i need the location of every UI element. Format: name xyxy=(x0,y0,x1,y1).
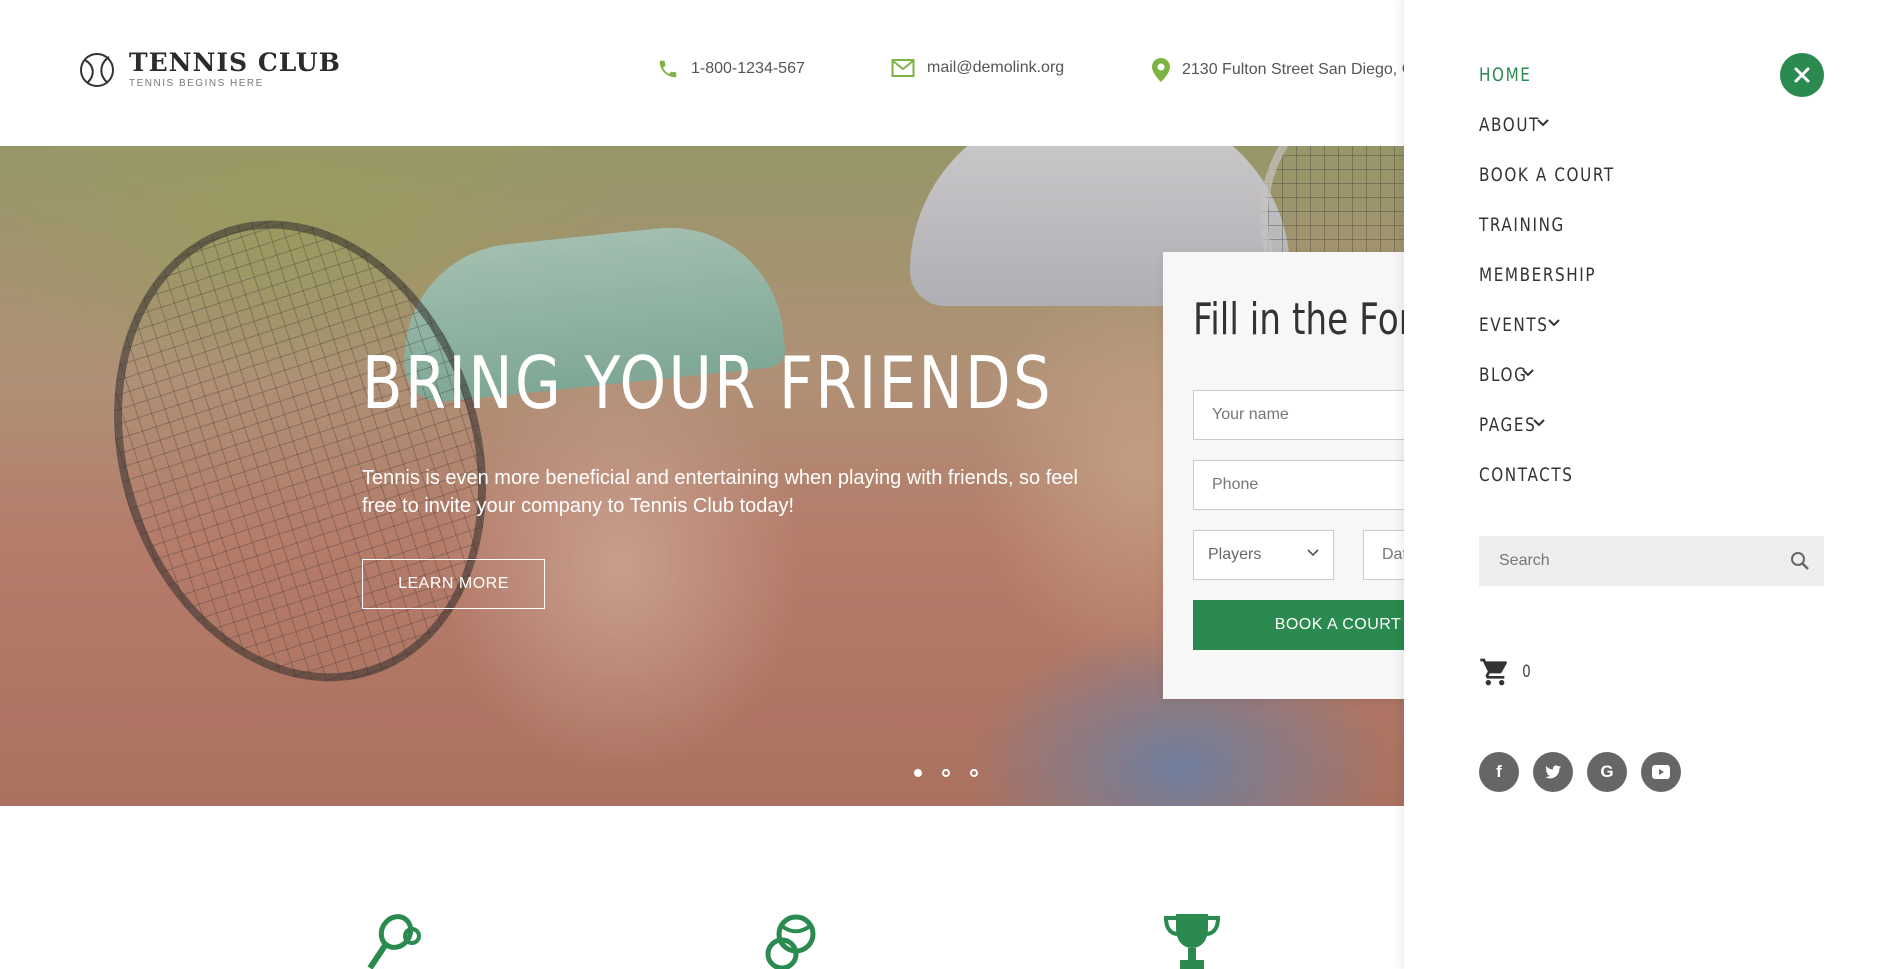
social-links: f G xyxy=(1479,752,1681,792)
google-glyph: G xyxy=(1600,762,1614,781)
chevron-down-icon xyxy=(1307,549,1319,557)
menu-item-training[interactable]: TRAINING xyxy=(1479,214,1649,264)
menu-item-label: BLOG xyxy=(1479,364,1528,386)
menu-item-label: BOOK A COURT xyxy=(1479,164,1615,186)
facebook-icon[interactable]: f xyxy=(1479,752,1519,792)
menu-item-pages[interactable]: PAGES xyxy=(1479,414,1649,464)
close-icon xyxy=(1794,67,1810,83)
slider-pagination xyxy=(914,769,978,777)
facebook-glyph: f xyxy=(1496,762,1502,781)
youtube-icon[interactable] xyxy=(1641,752,1681,792)
menu-item-label: TRAINING xyxy=(1479,214,1565,236)
menu-item-membership[interactable]: MEMBERSHIP xyxy=(1479,264,1649,314)
main-menu: HOME ABOUT BOOK A COURT TRAINING MEMBERS… xyxy=(1479,64,1649,514)
players-select-value: Players xyxy=(1208,546,1262,563)
menu-item-blog[interactable]: BLOG xyxy=(1479,364,1649,414)
menu-item-events[interactable]: EVENTS xyxy=(1479,314,1649,364)
menu-item-label: PAGES xyxy=(1479,414,1537,436)
menu-item-contacts[interactable]: CONTACTS xyxy=(1479,464,1649,514)
address-text: 2130 Fulton Street San Diego, C xyxy=(1182,61,1414,78)
menu-item-about[interactable]: ABOUT xyxy=(1479,114,1649,164)
brand-tagline: TENNIS BEGINS HERE xyxy=(129,78,264,89)
hero-slider: BRING YOUR FRIENDS Tennis is even more b… xyxy=(0,146,1404,806)
header-email[interactable]: mail@demolink.org xyxy=(891,58,1064,78)
tennis-ball-logo-icon xyxy=(80,52,114,87)
chevron-down-icon[interactable] xyxy=(1548,319,1560,327)
menu-item-book-a-court[interactable]: BOOK A COURT xyxy=(1479,164,1649,214)
mail-icon xyxy=(891,59,915,77)
menu-item-label: EVENTS xyxy=(1479,314,1549,336)
youtube-play-icon xyxy=(1652,765,1670,779)
hero-description: Tennis is even more beneficial and enter… xyxy=(362,467,1078,517)
booking-form: Fill in the Form Your name Phone Players… xyxy=(1163,252,1404,699)
date-input[interactable]: Dat xyxy=(1363,530,1404,580)
email-address: mail@demolink.org xyxy=(927,59,1065,76)
search-icon[interactable] xyxy=(1790,551,1810,571)
menu-item-label: CONTACTS xyxy=(1479,464,1574,486)
name-input[interactable]: Your name xyxy=(1193,390,1404,440)
tennis-racket-icon xyxy=(367,914,421,969)
menu-item-label: ABOUT xyxy=(1479,114,1540,136)
location-pin-icon xyxy=(1152,58,1170,82)
search-placeholder: Search xyxy=(1499,552,1550,569)
site-logo[interactable]: TENNIS CLUB TENNIS BEGINS HERE xyxy=(79,50,341,89)
cart-button[interactable]: 0 xyxy=(1479,656,1532,688)
form-title: Fill in the Form xyxy=(1193,294,1404,345)
players-select[interactable]: Players xyxy=(1193,530,1334,580)
phone-input[interactable]: Phone xyxy=(1193,460,1404,510)
close-menu-button[interactable] xyxy=(1780,53,1824,97)
tennis-balls-icon xyxy=(765,914,816,969)
shopping-cart-icon xyxy=(1480,658,1507,686)
book-court-button[interactable]: BOOK A COURT xyxy=(1193,600,1404,650)
menu-item-label: HOME xyxy=(1479,64,1532,86)
slider-dot-1[interactable] xyxy=(914,769,922,777)
phone-number: 1-800-1234-567 xyxy=(691,60,805,77)
search-input[interactable]: Search xyxy=(1479,536,1824,586)
trophy-icon xyxy=(1163,914,1221,969)
menu-item-home[interactable]: HOME xyxy=(1479,64,1649,114)
side-navigation-panel: HOME ABOUT BOOK A COURT TRAINING MEMBERS… xyxy=(1404,0,1901,969)
menu-item-label: MEMBERSHIP xyxy=(1479,264,1597,286)
twitter-icon[interactable] xyxy=(1533,752,1573,792)
cart-count: 0 xyxy=(1522,662,1531,682)
slider-dot-3[interactable] xyxy=(970,769,978,777)
slider-dot-2[interactable] xyxy=(942,769,950,777)
twitter-bird-icon xyxy=(1545,765,1561,779)
phone-icon xyxy=(659,60,677,78)
hero-title: BRING YOUR FRIENDS xyxy=(362,341,1054,425)
learn-more-button[interactable]: LEARN MORE xyxy=(362,559,545,609)
google-icon[interactable]: G xyxy=(1587,752,1627,792)
header-phone[interactable]: 1-800-1234-567 xyxy=(657,58,805,80)
header-address[interactable]: 2130 Fulton Street San Diego, C xyxy=(1152,58,1413,82)
brand-title: TENNIS CLUB xyxy=(129,48,341,77)
